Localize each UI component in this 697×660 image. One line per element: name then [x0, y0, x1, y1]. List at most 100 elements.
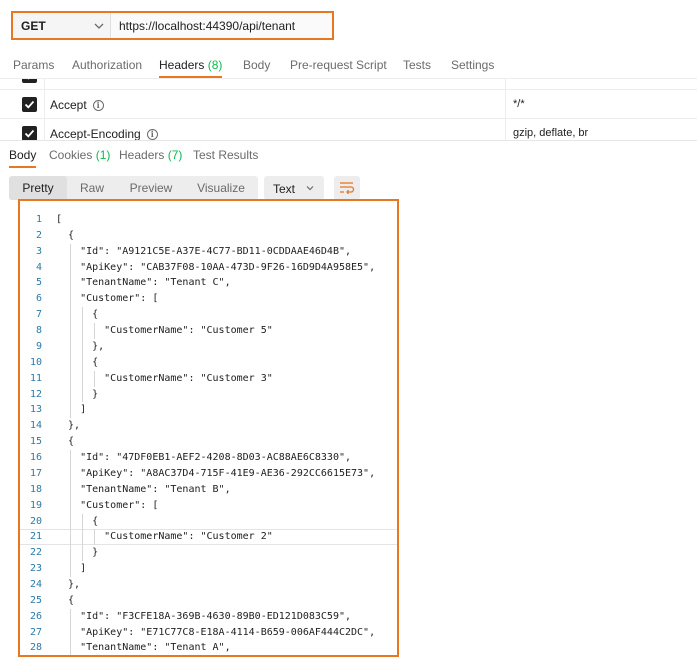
- column-divider: [44, 79, 45, 89]
- response-tabs: Body Cookies (1) Headers (7) Test Result…: [0, 140, 697, 168]
- line-number: 24: [29, 579, 42, 590]
- code-line: 13 ]: [20, 402, 397, 418]
- tab-authorization[interactable]: Authorization: [72, 58, 142, 72]
- method-select[interactable]: GET: [13, 13, 111, 38]
- column-divider: [505, 90, 506, 118]
- view-preview-button[interactable]: Preview: [123, 176, 179, 200]
- tab-tests[interactable]: Tests: [403, 58, 431, 72]
- tab-response-headers[interactable]: Headers (7): [119, 148, 182, 162]
- info-icon[interactable]: i: [146, 129, 158, 140]
- tab-headers-label: Headers: [159, 58, 205, 72]
- indent-guide: [82, 307, 84, 403]
- tab-response-headers-count: (7): [167, 148, 183, 162]
- header-checkbox[interactable]: [22, 97, 37, 112]
- indent-guide: [94, 529, 96, 546]
- wrap-lines-icon: [340, 182, 355, 195]
- code-line: 23 ]: [20, 561, 397, 577]
- info-icon[interactable]: i: [92, 100, 104, 112]
- code-text: "CustomerName": "Customer 3": [56, 372, 273, 384]
- line-number: 28: [29, 642, 42, 654]
- tab-test-results[interactable]: Test Results: [193, 148, 258, 162]
- line-number: 16: [29, 452, 42, 464]
- code-text: {: [56, 356, 99, 368]
- line-number: 2: [35, 229, 42, 241]
- column-divider: [505, 119, 506, 140]
- code-text: {: [56, 229, 75, 241]
- code-line: 12 }: [20, 387, 397, 403]
- line-number: 21: [29, 531, 42, 543]
- check-icon: [24, 100, 35, 109]
- code-text: "CustomerName": "Customer 2": [56, 531, 273, 543]
- tab-body[interactable]: Body: [243, 58, 270, 72]
- line-number: 9: [35, 340, 42, 352]
- wrap-lines-button[interactable]: [334, 176, 360, 200]
- code-line: 21 "CustomerName": "Customer 2": [20, 529, 397, 545]
- line-number: 5: [35, 277, 42, 289]
- code-text: "CustomerName": "Customer 5": [56, 325, 273, 337]
- indent-guide: [82, 513, 84, 562]
- check-icon: [24, 129, 35, 138]
- code-line: 28 "TenantName": "Tenant A",: [20, 640, 397, 655]
- code-text: "Customer": [: [56, 499, 159, 511]
- code-line: 11 "CustomerName": "Customer 3": [20, 371, 397, 387]
- line-number: 8: [35, 325, 42, 337]
- method-label: GET: [21, 19, 46, 33]
- header-value[interactable]: */*: [513, 98, 525, 110]
- response-body-editor[interactable]: 1[2 {3 "Id": "A9121C5E-A37E-4C77-BD11-0C…: [18, 199, 399, 657]
- header-key[interactable]: Accept-Encoding i: [50, 127, 158, 140]
- code-line: 19 "Customer": [: [20, 498, 397, 514]
- code-line: 26 "Id": "F3CFE18A-369B-4630-89B0-ED121D…: [20, 609, 397, 625]
- url-input[interactable]: [119, 18, 329, 34]
- code-line: 1[: [20, 212, 397, 228]
- check-icon: [27, 79, 29, 80]
- tab-headers[interactable]: Headers (8): [159, 58, 222, 72]
- code-line: 17 "ApiKey": "A8AC37D4-715F-41E9-AE36-29…: [20, 466, 397, 482]
- header-value[interactable]: gzip, deflate, br: [513, 127, 588, 139]
- line-number: 14: [29, 420, 42, 432]
- tab-params[interactable]: Params: [13, 58, 54, 72]
- view-visualize-button[interactable]: Visualize: [193, 176, 249, 200]
- tab-pre-request-script[interactable]: Pre-request Script: [290, 58, 387, 72]
- code-text: "ApiKey": "CAB37F08-10AA-473D-9F26-16D9D…: [56, 261, 376, 273]
- code-text: }: [56, 388, 99, 400]
- indent-guide: [94, 370, 96, 387]
- header-row: Accept-Encoding i gzip, deflate, br: [0, 119, 697, 140]
- code-line: 5 "TenantName": "Tenant C",: [20, 275, 397, 291]
- tab-response-body[interactable]: Body: [9, 148, 36, 162]
- indent-guide: [70, 243, 72, 419]
- code-text: {: [56, 309, 99, 321]
- code-text: {: [56, 594, 75, 606]
- code-line: 6 "Customer": [: [20, 291, 397, 307]
- code-text: },: [56, 579, 81, 590]
- tab-cookies[interactable]: Cookies (1): [49, 148, 110, 162]
- url-bar: GET: [11, 11, 334, 40]
- view-raw-button[interactable]: Raw: [71, 176, 113, 200]
- line-number: 26: [29, 610, 42, 622]
- code-text: "TenantName": "Tenant A",: [56, 642, 231, 654]
- line-number: 13: [29, 404, 42, 416]
- header-row: [0, 79, 697, 90]
- column-divider: [505, 79, 506, 89]
- code-line: 18 "TenantName": "Tenant B",: [20, 482, 397, 498]
- indent-guide: [94, 323, 96, 339]
- format-select[interactable]: Text: [264, 176, 324, 200]
- format-label: Text: [273, 182, 296, 196]
- indent-guide: [70, 450, 72, 577]
- header-key-label: Accept: [50, 98, 87, 112]
- tab-settings[interactable]: Settings: [451, 58, 494, 72]
- code-text: "ApiKey": "A8AC37D4-715F-41E9-AE36-292CC…: [56, 467, 376, 479]
- line-number: 4: [35, 261, 42, 273]
- column-divider: [44, 119, 45, 140]
- header-key-label: Accept-Encoding: [50, 127, 141, 140]
- code-line: 16 "Id": "47DF0EB1-AEF2-4208-8D03-AC88AE…: [20, 450, 397, 466]
- view-pretty-button[interactable]: Pretty: [9, 176, 67, 200]
- view-mode-group: Pretty Raw Preview Visualize: [9, 176, 258, 200]
- header-checkbox[interactable]: [22, 79, 37, 83]
- column-divider: [44, 90, 45, 118]
- header-key[interactable]: Accept i: [50, 98, 104, 112]
- code-line: 20 {: [20, 514, 397, 530]
- header-checkbox[interactable]: [22, 126, 37, 140]
- code-line: 22 }: [20, 545, 397, 561]
- code-text: },: [56, 340, 105, 352]
- headers-table: Accept i */* Accept-Encoding i gzip, defla…: [0, 78, 697, 140]
